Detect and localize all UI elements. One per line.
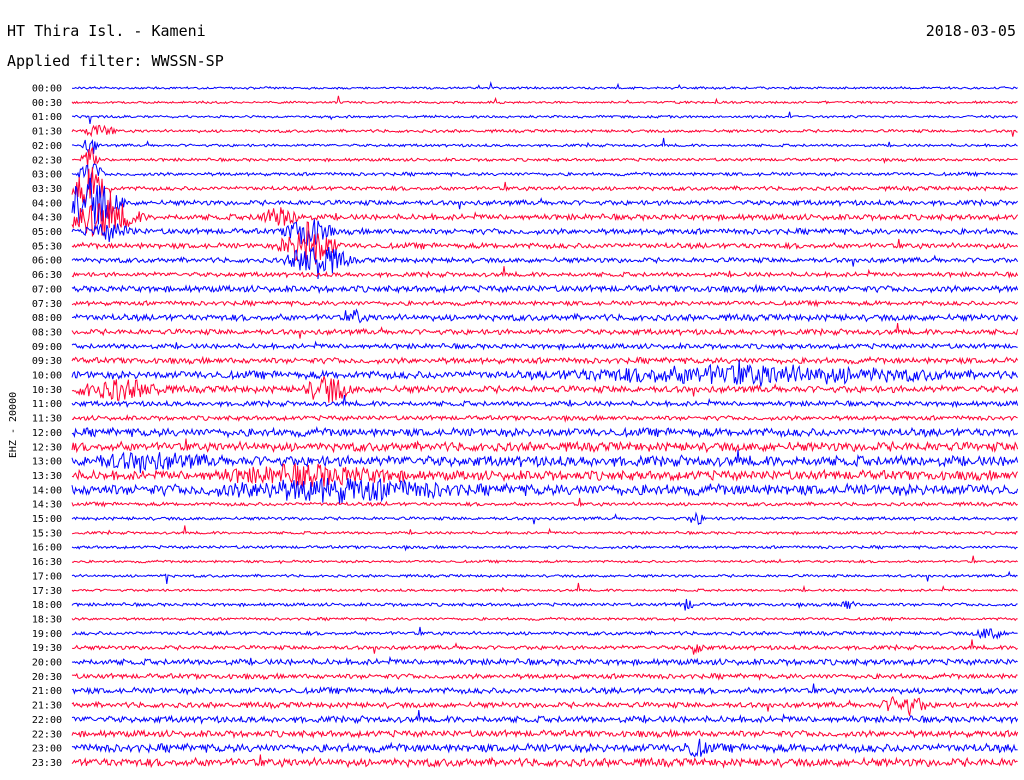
trace-line [71, 438, 1019, 454]
trace-line [71, 355, 1019, 366]
time-tick-label: 08:00 [32, 313, 62, 324]
station-title: HT Thira Isl. - Kameni [7, 22, 206, 40]
channel-axis-label: EHZ - 20000 [8, 392, 19, 458]
time-tick-label: 17:30 [32, 586, 62, 597]
trace-line [71, 511, 1018, 526]
time-tick-label: 16:00 [32, 543, 62, 554]
time-tick-label: 06:00 [32, 256, 62, 267]
trace-line [71, 111, 1018, 124]
trace-line [71, 728, 1019, 740]
trace-line [71, 555, 1018, 565]
trace-line [71, 376, 1019, 403]
trace-group [71, 81, 1019, 769]
trace-line [71, 299, 1019, 308]
trace-line [71, 283, 1019, 295]
trace-line [71, 340, 1018, 351]
time-tick-label: 03:30 [32, 184, 62, 195]
time-tick-label: 07:00 [32, 284, 62, 295]
trace-line [71, 582, 1018, 593]
time-tick-label: 18:00 [32, 600, 62, 611]
trace-line [71, 167, 1018, 204]
time-tick-label: 12:30 [32, 442, 62, 453]
trace-line [71, 323, 1019, 339]
time-tick-label: 15:30 [32, 528, 62, 539]
time-tick-label: 22:30 [32, 729, 62, 740]
time-tick-label: 19:30 [32, 643, 62, 654]
trace-line [71, 462, 1018, 488]
time-tick-label: 06:30 [32, 270, 62, 281]
trace-line [71, 449, 1019, 474]
time-tick-label: 10:30 [32, 385, 62, 396]
trace-line [71, 655, 1018, 668]
trace-line [71, 710, 1019, 725]
time-tick-label: 09:00 [32, 342, 62, 353]
trace-line [71, 308, 1018, 324]
time-tick-label: 10:00 [32, 371, 62, 382]
time-tick-label: 08:30 [32, 327, 62, 338]
trace-line [71, 95, 1018, 105]
time-tick-label: 20:30 [32, 672, 62, 683]
trace-line [71, 639, 1018, 655]
time-tick-label: 11:30 [32, 414, 62, 425]
time-tick-label: 17:00 [32, 571, 62, 582]
time-tick-label: 00:30 [32, 98, 62, 109]
trace-line [71, 497, 1018, 508]
trace-line [71, 219, 1018, 247]
trace-line [71, 598, 1018, 611]
trace-line [71, 81, 1018, 91]
time-tick-label: 01:30 [32, 127, 62, 138]
trace-line [71, 147, 1018, 168]
time-tick-label: 04:00 [32, 198, 62, 209]
trace-line [71, 754, 1018, 769]
time-tick-label: 14:00 [32, 485, 62, 496]
time-tick-label: 02:30 [32, 155, 62, 166]
trace-line [71, 137, 1018, 155]
time-tick-label: 07:30 [32, 299, 62, 310]
record-date: 2018-03-05 [926, 22, 1016, 40]
time-tick-label: 16:30 [32, 557, 62, 568]
trace-line [71, 163, 1018, 191]
time-tick-label: 05:30 [32, 241, 62, 252]
time-tick-label: 18:30 [32, 614, 62, 625]
trace-line [71, 672, 1018, 681]
trace-line [71, 683, 1018, 696]
time-tick-label: 03:00 [32, 170, 62, 181]
trace-line [71, 738, 1018, 758]
trace-line [71, 616, 1018, 622]
filter-label: Applied filter: WWSSN-SP [7, 52, 224, 70]
time-tick-label: 11:00 [32, 399, 62, 410]
time-tick-label: 04:30 [32, 213, 62, 224]
trace-line [71, 477, 1019, 504]
trace-line [71, 525, 1018, 536]
trace-line [71, 124, 1018, 138]
trace-line [71, 266, 1019, 279]
time-tick-label: 22:00 [32, 715, 62, 726]
time-tick-label: 00:00 [32, 84, 62, 95]
time-tick-label: 15:00 [32, 514, 62, 525]
trace-line [71, 413, 1018, 423]
trace-line [71, 544, 1018, 552]
trace-line [71, 695, 1019, 716]
time-tick-label: 02:00 [32, 141, 62, 152]
time-tick-label: 09:30 [32, 356, 62, 367]
time-tick-label: 23:30 [32, 758, 62, 769]
time-tick-label: 05:00 [32, 227, 62, 238]
time-tick-label: 21:00 [32, 686, 62, 697]
time-tick-label: 19:00 [32, 629, 62, 640]
time-tick-label: 23:00 [32, 744, 62, 755]
trace-line [71, 626, 1018, 640]
trace-line [71, 359, 1019, 387]
tick-label-group: 00:00 00:30 01:00 01:30 02:00 02:30 03:00 03:30… [32, 84, 62, 769]
time-tick-label: 12:00 [32, 428, 62, 439]
time-tick-label: 14:30 [32, 500, 62, 511]
time-tick-label: 01:00 [32, 112, 62, 123]
time-tick-label: 13:30 [32, 471, 62, 482]
trace-line [71, 395, 1019, 409]
trace-line [71, 425, 1018, 439]
time-tick-label: 20:00 [32, 658, 62, 669]
time-tick-label: 13:00 [32, 457, 62, 468]
time-tick-label: 21:30 [32, 701, 62, 712]
trace-line [71, 570, 1018, 584]
seismogram-chart: HT Thira Isl. - Kameni 2018-03-05 Applie… [7, 22, 1019, 769]
